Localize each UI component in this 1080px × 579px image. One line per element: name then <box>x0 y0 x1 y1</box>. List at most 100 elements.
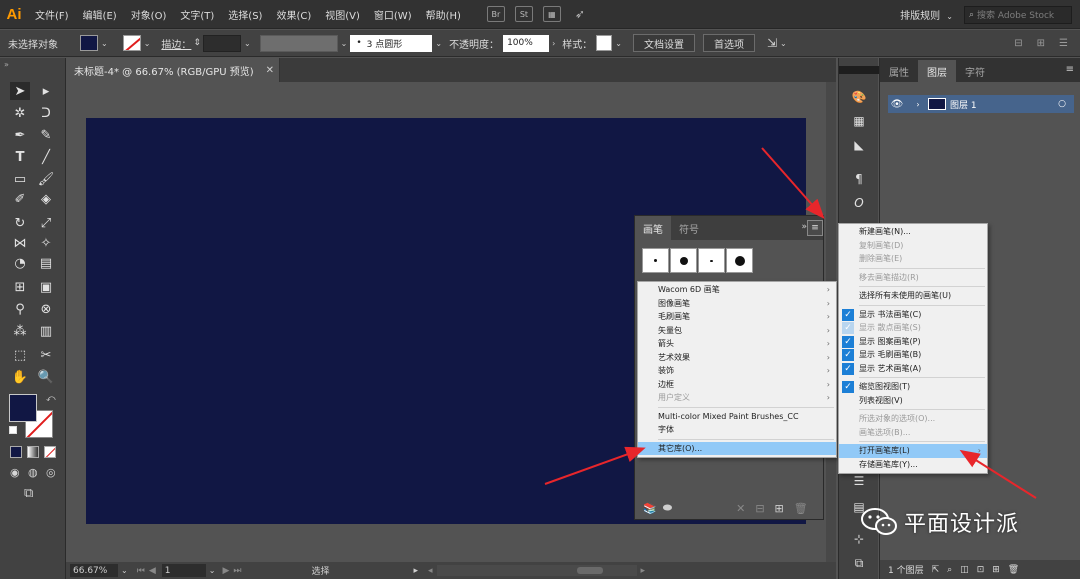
brush-cell[interactable] <box>726 248 753 273</box>
shape-builder-tool-icon[interactable]: ◔ <box>10 254 30 272</box>
workspace-layout-icon[interactable]: ▦ <box>542 6 561 22</box>
eyedropper-tool-icon[interactable]: ⚲ <box>10 300 30 318</box>
shaper-tool-icon[interactable]: ✐ <box>10 190 30 208</box>
brush-cell[interactable] <box>670 248 697 273</box>
flyout-menu-item[interactable]: ✓ 显示 书法画笔(C) <box>839 308 987 322</box>
stroke-dropdown-icon[interactable]: ⌄ <box>144 39 151 48</box>
fill-dropdown-icon[interactable]: ⌄ <box>101 39 108 48</box>
panel-menu-icon[interactable]: ☰ <box>1059 38 1068 49</box>
column-graph-tool-icon[interactable]: ▥ <box>36 322 56 340</box>
menu-file[interactable]: 文件(F) <box>28 7 76 22</box>
gradient-mode-icon[interactable] <box>27 446 39 458</box>
draw-normal-icon[interactable]: ◉ <box>10 466 20 479</box>
library-menu-item[interactable]: 箭头 › <box>638 337 836 351</box>
type-tool-icon[interactable]: T <box>10 148 30 166</box>
none-mode-icon[interactable] <box>44 446 56 458</box>
width-tool-icon[interactable]: ⋈ <box>10 234 30 252</box>
stroke-weight-stepper-icon[interactable]: ⇕ <box>193 38 201 48</box>
artboard-number-field[interactable]: 1 <box>161 564 206 577</box>
first-artboard-icon[interactable]: ⏮ <box>137 566 145 576</box>
locate-object-icon[interactable]: ⌕ <box>947 565 952 575</box>
stroke-swatch[interactable] <box>122 35 141 51</box>
brush-library-navigation-icon[interactable]: ⬬ <box>663 501 672 515</box>
variable-width-profile[interactable] <box>259 34 338 52</box>
menu-select[interactable]: 选择(S) <box>221 7 269 22</box>
delete-layer-icon[interactable]: 🗑 <box>1008 565 1019 575</box>
menu-type[interactable]: 文字(T) <box>173 7 221 22</box>
opentype-icon[interactable]: O <box>849 194 869 212</box>
scale-tool-icon[interactable]: ⤢ <box>36 214 56 232</box>
curvature-tool-icon[interactable]: ✎ <box>36 126 56 144</box>
style-dropdown-icon[interactable]: ⌄ <box>615 39 622 48</box>
flyout-menu-item[interactable]: ✓ 显示 艺术画笔(A) <box>839 362 987 376</box>
line-segment-tool-icon[interactable]: ╱ <box>36 148 56 166</box>
default-colors-icon[interactable] <box>9 426 17 434</box>
direct-selection-tool-icon[interactable]: ▸ <box>36 82 56 100</box>
menu-window[interactable]: 窗口(W) <box>367 7 419 22</box>
export-icon[interactable]: ⇱ <box>932 565 940 575</box>
document-tab[interactable]: 未标题-4* @ 66.67% (RGB/GPU 预览) ✕ <box>66 58 280 82</box>
library-menu-item[interactable]: 图像画笔 › <box>638 297 836 311</box>
arrange-workspace-dropdown[interactable]: 排版规则 ⌄ <box>892 7 964 22</box>
draw-inside-icon[interactable]: ◎ <box>46 466 56 479</box>
puppet-warp-tool-icon[interactable]: ✧ <box>36 234 56 252</box>
preferences-button[interactable]: 首选项 <box>702 34 755 52</box>
zoom-tool-icon[interactable]: 🔍 <box>36 368 56 386</box>
document-setup-button[interactable]: 文档设置 <box>632 34 695 52</box>
flyout-menu-item[interactable]: 选择所有未使用的画笔(U) <box>839 289 987 303</box>
tab-layers[interactable]: 图层 <box>918 60 956 82</box>
transform-icon[interactable]: ⊞ <box>1037 38 1045 49</box>
slice-tool-icon[interactable]: ✂ <box>36 346 56 364</box>
remove-stroke-icon[interactable]: ✕ <box>736 502 745 515</box>
brush-library-icon[interactable]: 📚 <box>643 502 657 515</box>
prev-artboard-icon[interactable]: ◀ <box>149 566 156 576</box>
opacity-arrow-icon[interactable]: › <box>552 39 555 48</box>
selection-tool-icon[interactable]: ➤ <box>10 82 30 100</box>
lasso-tool-icon[interactable]: ᑐ <box>36 104 56 122</box>
gradient-tool-icon[interactable]: ▣ <box>36 278 56 296</box>
menu-effect[interactable]: 效果(C) <box>269 7 318 22</box>
strip-grip[interactable] <box>839 66 879 74</box>
color-guide-icon[interactable]: 🎨 <box>849 88 869 106</box>
illustrator-logo[interactable]: Ai <box>0 0 28 29</box>
color-mode-icon[interactable] <box>10 446 22 458</box>
flyout-menu-item[interactable]: 存储画笔库(Y)... <box>839 458 987 472</box>
fill-swatch[interactable] <box>80 35 98 51</box>
menu-object[interactable]: 对象(O) <box>124 7 174 22</box>
layer-name[interactable]: 图层 1 <box>950 98 977 111</box>
tab-character[interactable]: 字符 <box>956 60 994 82</box>
perspective-grid-tool-icon[interactable]: ▤ <box>36 254 56 272</box>
new-brush-icon[interactable]: ⊞ <box>775 502 784 515</box>
flyout-menu-item[interactable]: ✓ 显示 图案画笔(P) <box>839 335 987 349</box>
new-sublayer-icon[interactable]: ⊡ <box>977 565 985 575</box>
brush-options-icon[interactable]: ⊟ <box>755 502 764 515</box>
h-scroll-left-icon[interactable]: ◂ <box>428 566 433 576</box>
library-menu-item[interactable]: Multi-color Mixed Paint Brushes_CC <box>638 410 836 424</box>
flyout-menu-item[interactable]: ✓ 缩览图视图(T) <box>839 380 987 394</box>
stroke-weight-dropdown-icon[interactable]: ⌄ <box>244 39 251 48</box>
rotate-tool-icon[interactable]: ↻ <box>10 214 30 232</box>
screen-mode-icon[interactable]: ⧉ <box>24 486 33 501</box>
stroke-weight-input[interactable] <box>202 34 241 52</box>
h-scroll-right-icon[interactable]: ▸ <box>641 566 646 576</box>
horizontal-scrollbar[interactable] <box>436 565 637 576</box>
flyout-menu-item[interactable]: 列表视图(V) <box>839 394 987 408</box>
draw-behind-icon[interactable]: ◍ <box>28 466 38 479</box>
last-artboard-icon[interactable]: ⏭ <box>233 566 241 576</box>
menu-view[interactable]: 视图(V) <box>318 7 367 22</box>
artboard-tool-icon[interactable]: ⬚ <box>10 346 30 364</box>
h-scroll-thumb[interactable] <box>576 567 603 574</box>
zoom-level-field[interactable]: 66.67% <box>70 564 118 577</box>
stock-icon[interactable]: St <box>514 6 533 22</box>
swap-fill-stroke-icon[interactable]: ⤺ <box>46 394 56 404</box>
opacity-input[interactable]: 100% <box>503 34 550 52</box>
library-menu-item[interactable]: Wacom 6D 画笔 › <box>638 283 836 297</box>
layer-row[interactable]: 👁 › 图层 1 ○ <box>888 95 1074 113</box>
close-icon[interactable]: ✕ <box>266 65 274 76</box>
layer-target-icon[interactable]: ○ <box>1058 99 1066 109</box>
blend-tool-icon[interactable]: ⊗ <box>36 300 56 318</box>
arrange-documents-icon[interactable]: ⇲ <box>767 36 777 50</box>
eraser-tool-icon[interactable]: ◈ <box>36 190 56 208</box>
pen-tool-icon[interactable]: ✒ <box>10 126 30 144</box>
next-artboard-icon[interactable]: ▶ <box>222 566 229 576</box>
